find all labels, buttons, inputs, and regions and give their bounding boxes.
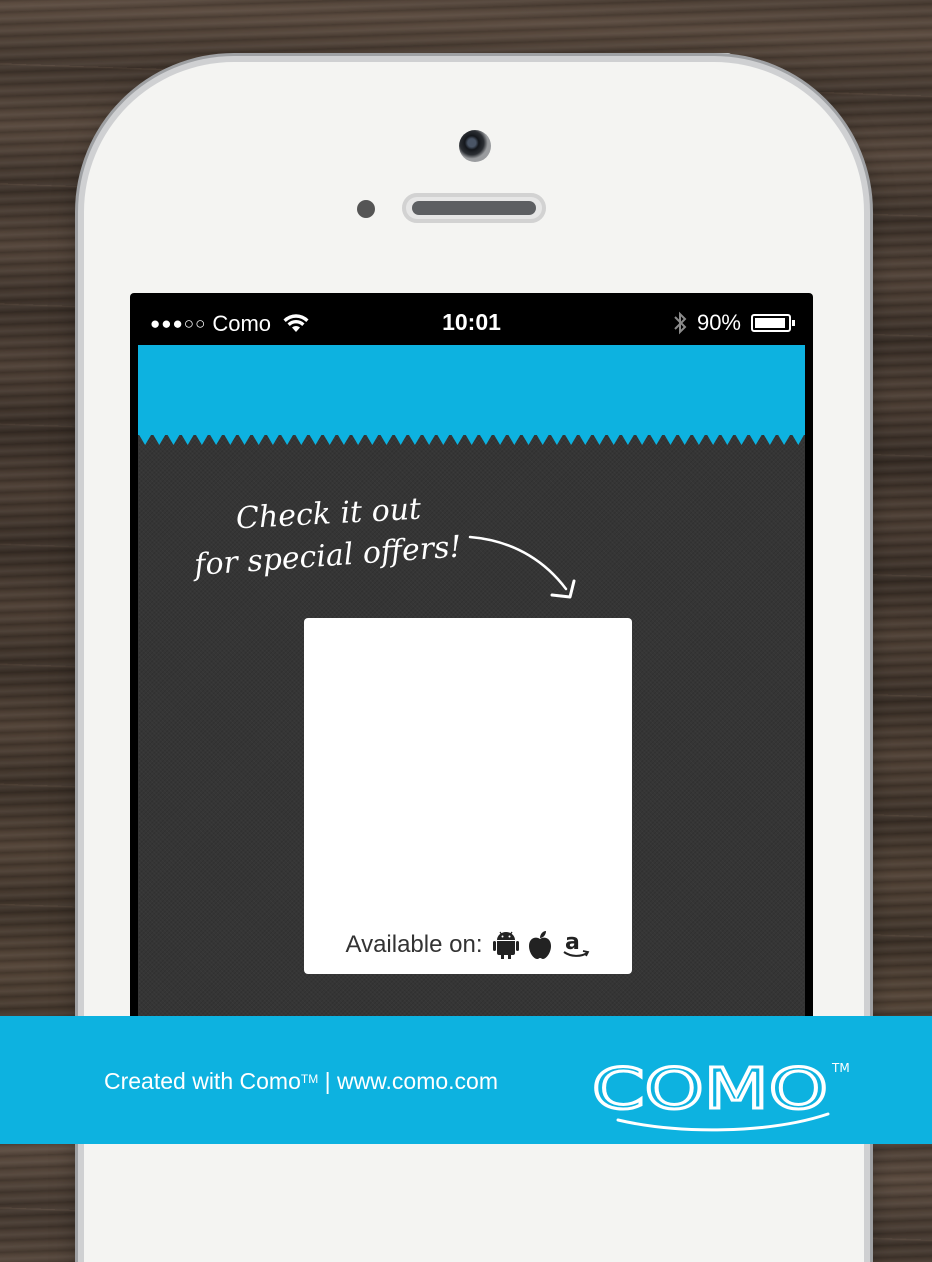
status-bar: ●●●○○ Como 10:01 90% bbox=[130, 293, 813, 345]
trademark-mark: TM bbox=[300, 1072, 319, 1086]
handwritten-promo: Check it out for special offers! bbox=[191, 492, 576, 599]
promo-line-1: Check it out bbox=[235, 492, 423, 537]
como-logo: COMO TM bbox=[591, 1056, 850, 1132]
footer-url-link[interactable]: www.como.com bbox=[337, 1068, 498, 1094]
proximity-sensor bbox=[357, 200, 375, 218]
front-camera bbox=[459, 130, 491, 162]
app-header-banner bbox=[138, 345, 805, 435]
available-label: Available on: bbox=[345, 931, 483, 958]
footer-separator: | bbox=[318, 1068, 337, 1094]
app-content: Check it out for special offers! Availab… bbox=[138, 345, 805, 1053]
availability-row: Available on: a bbox=[304, 930, 632, 960]
curved-arrow-icon bbox=[468, 535, 576, 599]
android-icon[interactable] bbox=[492, 930, 519, 960]
amazon-icon[interactable]: a bbox=[561, 930, 591, 960]
zigzag-edge bbox=[138, 433, 805, 445]
bluetooth-icon bbox=[674, 311, 687, 335]
store-icons: a bbox=[492, 930, 591, 960]
como-logo-text: COMO bbox=[592, 1057, 828, 1122]
created-with-label: Created with Como bbox=[104, 1068, 301, 1094]
earpiece-speaker bbox=[402, 193, 546, 223]
phone-screen: ●●●○○ Como 10:01 90% Check it out for sp… bbox=[130, 293, 813, 1053]
status-right: 90% bbox=[673, 310, 795, 336]
como-logo-tm: TM bbox=[831, 1061, 850, 1075]
promo-line-2: for special offers! bbox=[191, 529, 462, 583]
footer-bar: Created with ComoTM | www.como.com COMO … bbox=[0, 1016, 932, 1144]
battery-icon bbox=[751, 314, 795, 332]
svg-text:a: a bbox=[565, 930, 580, 955]
app-store-card[interactable]: Available on: a bbox=[304, 618, 632, 974]
footer-credit: Created with ComoTM | www.como.com bbox=[104, 1068, 498, 1095]
battery-percent: 90% bbox=[696, 310, 741, 335]
apple-icon[interactable] bbox=[527, 930, 553, 960]
